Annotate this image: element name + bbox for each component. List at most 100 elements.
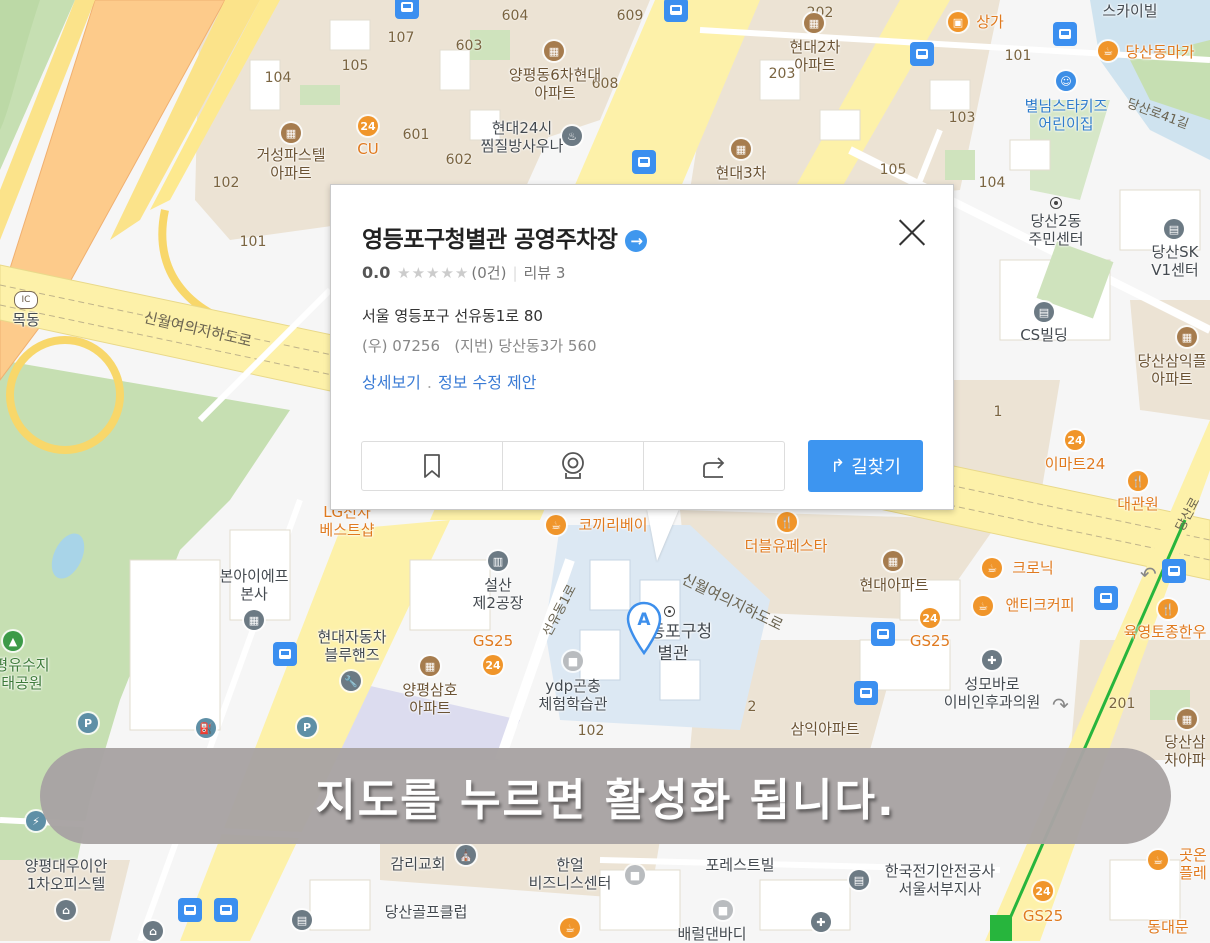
close-button[interactable] <box>897 217 927 247</box>
place-label[interactable]: 양평대우이안 1차오피스텔 <box>25 857 108 893</box>
place-label[interactable]: 앤티크커피 <box>1005 596 1074 614</box>
bus-stop-icon[interactable] <box>1094 586 1118 610</box>
cafe-icon[interactable]: ☕ <box>1098 41 1118 61</box>
building-icon[interactable]: ■ <box>625 865 645 885</box>
bus-stop-icon[interactable] <box>273 642 297 666</box>
bookmark-button[interactable] <box>362 442 503 490</box>
restaurant-icon[interactable]: 🍴 <box>777 512 797 532</box>
place-label[interactable]: 육영토종한우 <box>1124 623 1207 641</box>
apartment-icon[interactable]: ▦ <box>731 139 751 159</box>
place-label[interactable]: 현대아파트 <box>859 576 928 594</box>
place-label[interactable]: 양평동6차현대 아파트 <box>509 66 601 102</box>
restaurant-icon[interactable]: 🍴 <box>1158 599 1178 619</box>
place-label[interactable]: GS25 <box>1023 907 1063 925</box>
building-icon[interactable]: ■ <box>713 900 733 920</box>
apartment-icon[interactable]: ▦ <box>1177 709 1197 729</box>
place-label[interactable]: 당산SK V1센터 <box>1151 243 1198 279</box>
place-label[interactable]: CS빌딩 <box>1020 326 1068 344</box>
cafe-icon[interactable]: ☕ <box>973 596 993 616</box>
place-label[interactable]: 더블유페스타 <box>745 537 828 555</box>
shopping-icon[interactable]: ▣ <box>948 12 968 32</box>
place-name[interactable]: 영등포구청별관 공영주차장 <box>362 227 618 253</box>
building-icon[interactable]: ▤ <box>1164 219 1184 239</box>
place-label[interactable]: 현대24시 찜질방사우나 <box>481 119 564 155</box>
convenience-store-icon[interactable]: 24 <box>1065 430 1085 450</box>
place-label[interactable]: 평유수지 태공원 <box>0 656 50 692</box>
bus-stop-icon[interactable] <box>664 0 688 22</box>
parking-icon[interactable]: P <box>78 713 98 733</box>
place-label[interactable]: 배럴댄바디 <box>677 925 746 943</box>
bus-stop-icon[interactable] <box>871 622 895 646</box>
place-label[interactable]: GS25 <box>473 632 513 650</box>
museum-icon[interactable]: ■ <box>563 651 583 671</box>
hospital-icon[interactable]: ✚ <box>811 912 831 932</box>
place-label[interactable]: 현대자동차 블루핸즈 <box>317 628 386 664</box>
building-icon[interactable]: ▤ <box>292 910 312 930</box>
arrow-right-icon[interactable]: → <box>625 229 648 252</box>
roadview-button[interactable] <box>503 442 644 490</box>
place-label[interactable]: 별님스타키즈 어린이집 <box>1025 97 1108 133</box>
convenience-store-icon[interactable]: 24 <box>920 608 940 628</box>
directions-button[interactable]: ↱ 길찾기 <box>808 440 923 492</box>
place-label[interactable]: 당산골프클럽 <box>385 903 468 921</box>
place-label[interactable]: 목동 <box>12 311 40 329</box>
suggest-edit-link[interactable]: 정보 수정 제안 <box>438 373 537 392</box>
apartment-icon[interactable]: ▦ <box>420 656 440 676</box>
building-icon[interactable]: ▦ <box>244 610 264 630</box>
place-label[interactable]: 스카이빌 <box>1102 2 1157 20</box>
apartment-icon[interactable]: ▦ <box>1177 327 1197 347</box>
place-label[interactable]: CU <box>357 140 378 158</box>
review-count-link[interactable]: 리뷰 3 <box>524 264 566 282</box>
place-label[interactable]: 현대3차 <box>716 164 767 182</box>
cafe-icon[interactable]: ☕ <box>546 515 566 535</box>
place-label[interactable]: 당산삼 차아파 <box>1164 733 1205 769</box>
place-label[interactable]: 거성파스텔 아파트 <box>256 146 325 182</box>
church-icon[interactable]: ⛪ <box>456 845 476 865</box>
place-label[interactable]: 양평삼호 아파트 <box>402 681 457 717</box>
sauna-icon[interactable]: ♨ <box>562 126 582 146</box>
map-activation-overlay[interactable]: 지도를 누르면 활성화 됩니다. <box>40 748 1171 844</box>
place-label[interactable]: 본아이에프 본사 <box>219 567 288 603</box>
place-label[interactable]: 동대문 <box>1147 918 1188 936</box>
cafe-icon[interactable]: ☕ <box>1148 850 1168 870</box>
place-label[interactable]: 대관원 <box>1117 495 1158 513</box>
government-office-icon[interactable] <box>1050 197 1062 209</box>
cafe-icon[interactable]: ☕ <box>982 558 1002 578</box>
convenience-store-icon[interactable]: 24 <box>358 116 378 136</box>
apartment-icon[interactable]: ▦ <box>544 41 564 61</box>
bus-stop-icon[interactable] <box>854 681 878 705</box>
bus-stop-icon[interactable] <box>632 150 656 174</box>
place-label[interactable]: 삼익아파트 <box>790 720 859 738</box>
place-label[interactable]: 코끼리베이 <box>578 516 647 534</box>
bus-stop-icon[interactable] <box>395 0 419 19</box>
place-label[interactable]: 한얼 비즈니스센터 <box>529 856 612 892</box>
place-label[interactable]: 크로닉 <box>1012 559 1053 577</box>
hospital-icon[interactable]: ✚ <box>982 650 1002 670</box>
place-label[interactable]: 한국전기안전공사 서울서부지사 <box>885 862 995 898</box>
car-repair-icon[interactable]: 🔧 <box>341 671 361 691</box>
share-button[interactable] <box>644 442 784 490</box>
place-label[interactable]: 상가 <box>976 13 1004 31</box>
place-label[interactable]: 감리교회 <box>390 855 445 873</box>
building-icon[interactable]: ⌂ <box>143 921 163 941</box>
place-label[interactable]: GS25 <box>910 632 950 650</box>
gas-station-icon[interactable]: ⛽ <box>196 718 216 738</box>
parking-icon[interactable]: P <box>297 717 317 737</box>
bus-stop-icon[interactable] <box>910 42 934 66</box>
apartment-icon[interactable]: ▦ <box>883 551 903 571</box>
place-label[interactable]: 곳온 플레 <box>1179 846 1207 882</box>
park-icon[interactable]: ▲ <box>3 631 23 651</box>
place-label[interactable]: 당산2동 주민센터 <box>1028 212 1083 248</box>
place-label[interactable]: 포레스트빌 <box>705 856 774 874</box>
convenience-store-icon[interactable]: 24 <box>483 655 503 675</box>
building-icon[interactable]: ▤ <box>849 870 869 890</box>
building-icon[interactable]: ▤ <box>1034 302 1054 322</box>
location-marker-icon[interactable]: A <box>626 601 662 657</box>
place-label[interactable]: 당산삼익플 아파트 <box>1137 352 1206 388</box>
apartment-icon[interactable]: ▦ <box>281 123 301 143</box>
place-label[interactable]: 현대2차 아파트 <box>790 38 841 74</box>
apartment-icon[interactable]: ▦ <box>804 13 824 33</box>
popup-title[interactable]: 영등포구청별관 공영주차장 → <box>362 220 648 254</box>
convenience-store-icon[interactable]: 24 <box>1033 881 1053 901</box>
place-label[interactable]: 성모바로 이비인후과의원 <box>944 675 1041 711</box>
